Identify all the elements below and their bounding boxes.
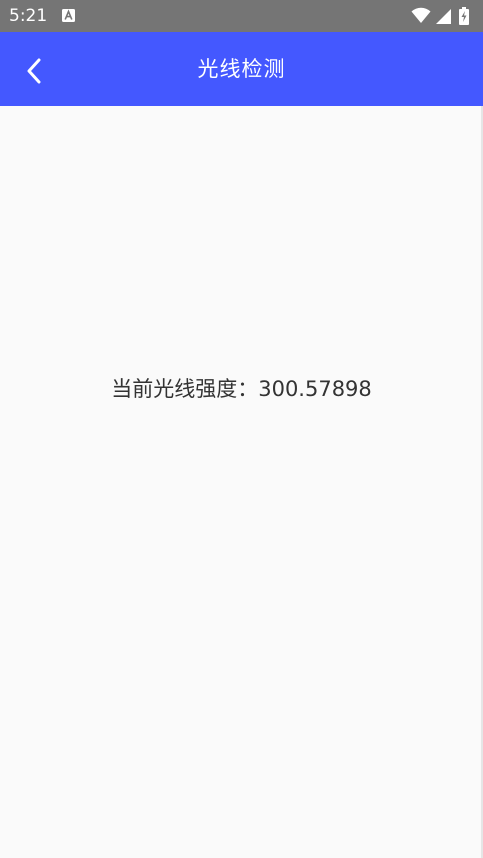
signal-icon	[436, 9, 451, 24]
screen: 5:21 光线检测 当前光线强度：300.57898	[0, 0, 483, 858]
battery-charging-icon	[459, 7, 469, 25]
light-intensity-value: 300.57898	[258, 377, 372, 401]
page-title: 光线检测	[197, 57, 286, 81]
notification-a-icon	[62, 9, 75, 22]
status-bar: 5:21	[0, 0, 483, 32]
content-area: 当前光线强度：300.57898	[0, 106, 483, 858]
light-intensity-reading: 当前光线强度：300.57898	[0, 374, 483, 404]
status-time: 5:21	[9, 6, 48, 26]
light-intensity-label: 当前光线强度：	[111, 377, 259, 401]
wifi-icon	[411, 7, 431, 23]
app-bar: 光线检测	[0, 32, 483, 106]
